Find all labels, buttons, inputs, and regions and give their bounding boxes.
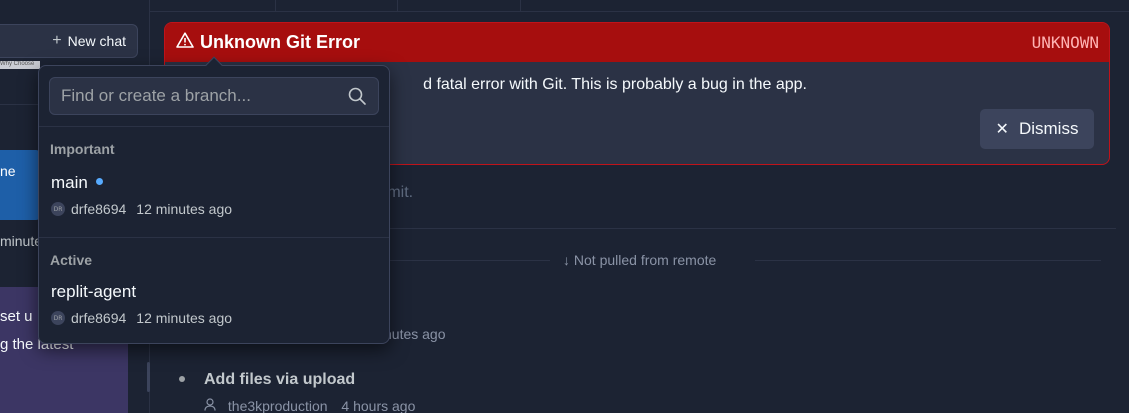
dismiss-label: Dismiss: [1018, 119, 1079, 138]
error-title: Unknown Git Error: [200, 32, 361, 52]
branch-meta: DR drfe8694 12 minutes ago: [51, 310, 232, 326]
branch-search-box[interactable]: [49, 77, 379, 115]
commit-time: 4 hours ago: [341, 398, 416, 413]
tab-separator: [520, 0, 521, 12]
branch-author: drfe8694: [71, 310, 127, 326]
branch-meta: DR drfe8694 12 minutes ago: [51, 201, 232, 217]
commit-dot-icon: [179, 376, 185, 382]
branch-time: 12 minutes ago: [136, 310, 233, 326]
dismiss-button[interactable]: ✕ Dismiss: [980, 109, 1094, 149]
not-pulled-label: ↓ Not pulled from remote: [563, 252, 716, 268]
popover-divider: [39, 126, 389, 127]
commit-time-partial: nutes ago: [384, 326, 446, 342]
chat-card-purple-line1: set u: [0, 308, 33, 325]
new-chat-label: New chat: [67, 33, 126, 49]
section-label-active: Active: [50, 252, 93, 268]
error-header: Unknown Git Error UNKNOWN: [165, 23, 1109, 62]
current-branch-dot-icon: [95, 178, 103, 186]
branch-name: replit-agent: [51, 282, 136, 302]
warning-icon: [176, 32, 194, 53]
popover-divider: [39, 237, 389, 238]
user-icon: [204, 398, 218, 413]
branch-item-main[interactable]: main DR drfe8694 12 minutes ago: [39, 173, 389, 227]
tab-separator: [275, 0, 276, 12]
branch-time: 12 minutes ago: [136, 201, 233, 217]
search-icon[interactable]: [347, 86, 367, 106]
tab-separator: [397, 0, 398, 12]
chat-card-blue-text: ne: [0, 163, 16, 179]
branch-name-text: main: [51, 173, 88, 192]
new-chat-button[interactable]: + New chat: [0, 24, 138, 58]
branch-popover: Important main DR drfe8694 12 minutes ag…: [38, 56, 390, 344]
chat-thumbnail[interactable]: Why Choose: [0, 61, 40, 69]
not-pulled-text: Not pulled from remote: [573, 252, 717, 268]
error-code: UNKNOWN: [1031, 33, 1099, 52]
sidebar-scrollbar[interactable]: [147, 362, 150, 392]
commit-meta: the3kproduction 4 hours ago: [204, 398, 415, 413]
commit-author: the3kproduction: [227, 398, 328, 413]
chat-timestamp: minute: [0, 233, 43, 249]
plus-icon: +: [52, 32, 62, 49]
chat-card-blue[interactable]: ne: [0, 150, 40, 220]
commit-title[interactable]: Add files via upload: [204, 371, 355, 389]
section-label-important: Important: [50, 141, 115, 157]
arrow-down-icon: ↓: [563, 252, 570, 268]
avatar: DR: [51, 311, 65, 325]
top-tab-strip: [150, 0, 1129, 12]
branch-item-replit-agent[interactable]: replit-agent DR drfe8694 12 minutes ago: [39, 282, 389, 336]
branch-name-text: replit-agent: [51, 282, 137, 301]
branch-search-input[interactable]: [61, 86, 341, 106]
avatar: DR: [51, 202, 65, 216]
remote-divider-right: [755, 260, 1101, 261]
branch-author: drfe8694: [71, 201, 127, 217]
branch-name: main: [51, 173, 103, 193]
close-icon: ✕: [995, 121, 1009, 138]
remote-divider-left: [390, 260, 550, 261]
